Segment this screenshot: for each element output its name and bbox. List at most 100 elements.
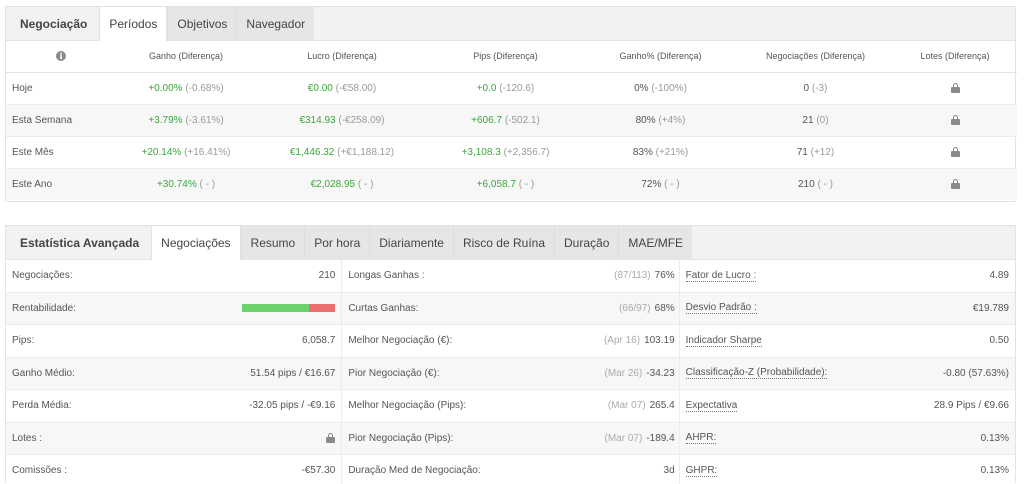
stat-value: 4.89 xyxy=(989,270,1009,282)
stat-label[interactable]: GHPR: xyxy=(678,455,899,484)
stat-label: Lotes : xyxy=(12,432,43,444)
period-gain-diff: (-3.61%) xyxy=(185,114,224,126)
period-profit-value: €2,028.95 xyxy=(310,178,356,190)
period-gain-diff: ( - ) xyxy=(199,178,216,190)
period-label: Este Mês xyxy=(6,136,116,169)
period-trades-value: 0 xyxy=(803,82,810,94)
stats-row: Ganho Médio: 51.54 pips / €16.67 Pior Nego… xyxy=(6,357,1015,390)
stat-label[interactable]: AHPR: xyxy=(678,422,899,454)
period-trades-cell: 71 (+12) xyxy=(738,136,893,169)
period-pips-value: +606.7 xyxy=(471,114,503,126)
period-gain-value: +0.00% xyxy=(148,82,183,94)
header-trades: Negociações (Diferença) xyxy=(738,41,893,73)
stat-value: €19.789 xyxy=(972,302,1009,314)
tab-navegador[interactable]: Navegador xyxy=(236,7,315,40)
period-gain-cell: +3.79% (-3.61%) xyxy=(116,104,256,137)
periods-table: i Ganho (Diferença) Lucro (Diferença) Pi… xyxy=(6,41,1017,200)
stat-label: Perda Média: xyxy=(12,400,72,412)
stats-row: Pips: 6,058.7 Melhor Negociação (€): (Apr 1… xyxy=(6,325,1015,358)
header-lots: Lotes (Diferença) xyxy=(893,41,1017,73)
stat-value: (Apr 16) 103.19 xyxy=(591,325,679,357)
period-trades-diff: ( - ) xyxy=(817,178,833,190)
period-gainpct-diff: ( - ) xyxy=(664,178,680,190)
period-pips-cell: +3,108.3 (+2,356.7) xyxy=(428,136,583,169)
stat-value xyxy=(146,423,342,455)
tab-negociacao[interactable]: Negociação xyxy=(12,7,99,40)
period-profit-cell: €1,446.32 (+€1,188.12) xyxy=(256,136,428,169)
tab-duracao[interactable]: Duração xyxy=(554,226,619,259)
stat-label-text: Fator de Lucro : xyxy=(685,269,757,282)
period-gainpct-cell: 0% (-100%) xyxy=(583,72,738,105)
period-trades-cell: 21 (0) xyxy=(738,104,893,137)
period-gain-value: +20.14% xyxy=(141,146,182,158)
stat-value-text: -€57.30 xyxy=(301,465,336,477)
period-trades-value: 21 xyxy=(802,114,814,126)
tab-diariamente[interactable]: Diariamente xyxy=(369,226,453,259)
period-gain-cell: +20.14% (+16.41%) xyxy=(116,136,256,169)
period-pips-diff: (-120.6) xyxy=(499,82,535,94)
period-gainpct-cell: 83% (+21%) xyxy=(583,136,738,169)
stat-value-detail: (Apr 16) xyxy=(603,335,641,347)
stat-value: 28.9 Pips / €9.66 xyxy=(933,400,1009,412)
stat-value xyxy=(146,293,342,325)
stat-label: Longas Ganhas : xyxy=(341,260,591,292)
period-profit-value: €1,446.32 xyxy=(289,146,335,158)
stat-label-text: AHPR: xyxy=(685,432,717,445)
period-profit-diff: (-€258.09) xyxy=(338,114,385,126)
stat-value-text: 265.4 xyxy=(649,400,675,412)
period-gainpct-diff: (+4%) xyxy=(658,114,686,126)
period-lots-cell xyxy=(893,104,1017,137)
stats-row: Comissões : -€57.30 Duração Med de Negocia… xyxy=(6,455,1015,484)
info-icon[interactable]: i xyxy=(56,51,66,62)
stat-label-text: Expectativa xyxy=(685,399,738,412)
period-row: Esta Semana +3.79% (-3.61%) €314.93 (-€258… xyxy=(6,104,1017,137)
period-trades-cell: 210 ( - ) xyxy=(738,168,893,200)
stat-value: -32.05 pips / -€9.16 xyxy=(146,390,342,422)
period-trades-cell: 0 (-3) xyxy=(738,72,893,105)
period-trades-value: 71 xyxy=(796,146,808,158)
period-pips-cell: +0.0 (-120.6) xyxy=(428,72,583,105)
stat-label[interactable]: Fator de Lucro : xyxy=(678,260,899,292)
period-trades-diff: (0) xyxy=(816,114,829,126)
stat-value: 0.13% xyxy=(980,432,1009,444)
profitability-loss-segment xyxy=(309,304,336,313)
period-pips-value: +3,108.3 xyxy=(461,146,501,158)
period-label: Esta Semana xyxy=(6,104,116,137)
period-lots-cell xyxy=(893,136,1017,169)
period-gainpct-value: 80% xyxy=(635,114,656,126)
stat-label[interactable]: Expectativa xyxy=(678,390,899,422)
stat-label-text: GHPR: xyxy=(685,464,718,477)
period-lots-cell xyxy=(893,72,1017,105)
header-gain: Ganho (Diferença) xyxy=(116,41,256,73)
profitability-bar xyxy=(242,304,336,313)
period-trades-diff: (-3) xyxy=(811,82,828,94)
stat-value-text: -34.23 xyxy=(646,367,675,379)
stat-label[interactable]: Classificação-Z (Probabilidade): xyxy=(678,357,899,389)
stat-label-text: Desvio Padrão : xyxy=(685,302,757,315)
stat-value: (Mar 07) 265.4 xyxy=(591,390,679,422)
stat-value-text: 6,058.7 xyxy=(301,335,336,347)
stat-value-detail: (87/113) xyxy=(614,270,651,282)
stat-label[interactable]: Desvio Padrão : xyxy=(678,292,899,324)
tab-risco-de-ruina[interactable]: Risco de Ruína xyxy=(452,226,555,259)
stat-value: (Mar 07) -189.4 xyxy=(591,423,679,455)
stat-value-detail: (Mar 07) xyxy=(604,432,643,444)
tab-resumo[interactable]: Resumo xyxy=(240,226,305,259)
period-gainpct-cell: 80% (+4%) xyxy=(583,104,738,137)
stat-label: Ganho Médio: xyxy=(12,367,75,379)
stat-label: Duração Med de Negociação: xyxy=(341,455,591,484)
stat-label[interactable]: Indicador Sharpe xyxy=(678,325,899,357)
period-profit-cell: €2,028.95 ( - ) xyxy=(256,168,428,200)
stat-value-text: 68% xyxy=(654,302,675,314)
tab-mae-mfe[interactable]: MAE/MFE xyxy=(618,226,693,259)
period-profit-value: €0.00 xyxy=(307,82,333,94)
tab-negociacoes[interactable]: Negociações xyxy=(151,226,241,260)
period-trades-value: 210 xyxy=(797,178,815,190)
tab-objetivos[interactable]: Objetivos xyxy=(167,7,237,40)
tab-estatistica-avancada[interactable]: Estatística Avançada xyxy=(12,226,151,259)
stat-label: Pior Negociação (Pips): xyxy=(341,422,591,454)
tab-por-hora[interactable]: Por hora xyxy=(304,226,370,259)
header-pips: Pips (Diferença) xyxy=(428,41,583,73)
tab-periodos[interactable]: Períodos xyxy=(99,7,168,41)
stat-label-text: Classificação-Z (Probabilidade): xyxy=(685,367,828,380)
